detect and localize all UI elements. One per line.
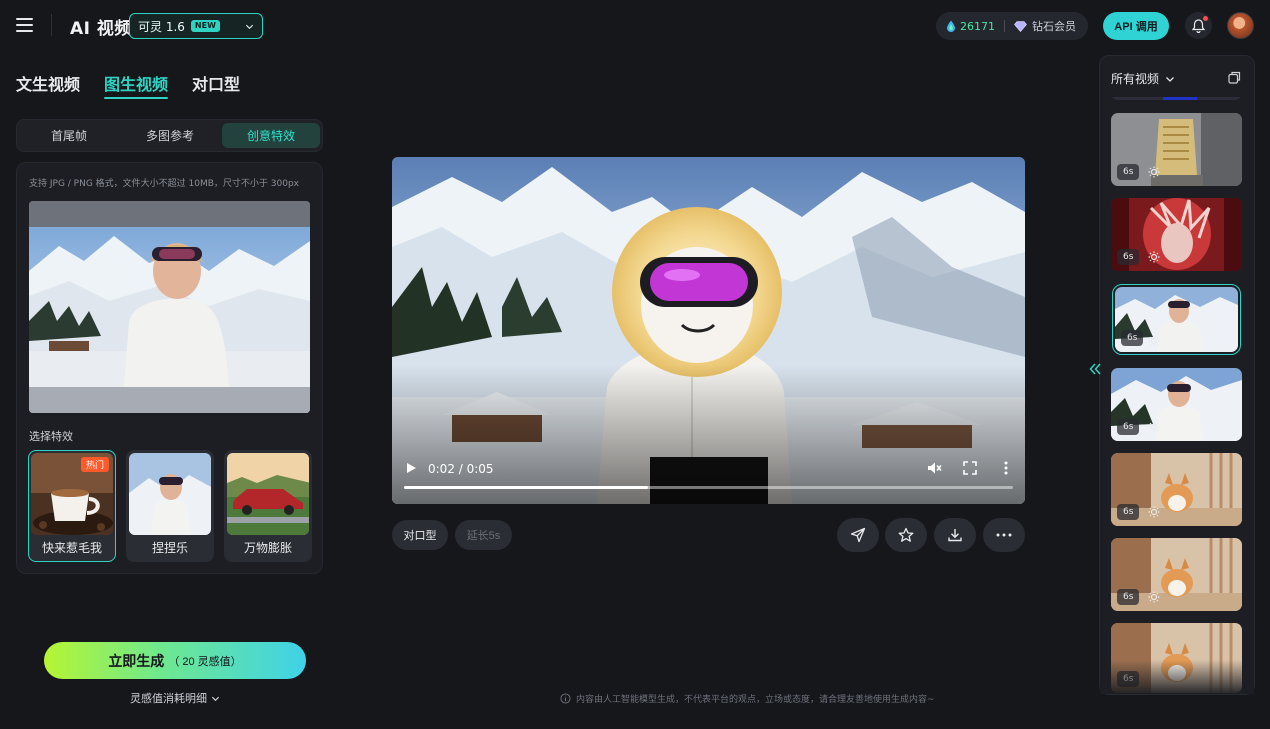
more-horizontal-icon <box>996 533 1012 537</box>
download-button[interactable] <box>934 518 976 552</box>
fullscreen-icon[interactable] <box>963 461 977 475</box>
history-title: 所有视频 <box>1111 72 1160 86</box>
play-icon[interactable] <box>405 462 417 474</box>
subtab-first-last-frame[interactable]: 首尾帧 <box>20 123 118 148</box>
history-scroll-fade <box>1100 660 1254 694</box>
lip-sync-button[interactable]: 对口型 <box>392 520 448 550</box>
download-icon <box>948 529 962 542</box>
notification-button[interactable] <box>1185 12 1212 39</box>
settings-icon <box>1148 335 1160 347</box>
drop-icon <box>947 20 955 32</box>
duration-badge: 6s <box>1117 589 1140 605</box>
credit-pill[interactable]: 26171 钻石会员 <box>936 12 1088 40</box>
effect-label: 万物膨胀 <box>243 541 292 555</box>
api-button[interactable]: API 调用 <box>1103 12 1169 40</box>
uploaded-image-art <box>29 201 310 413</box>
chevron-down-icon <box>1166 76 1174 82</box>
uploaded-image[interactable] <box>29 201 310 413</box>
tab-lip-sync[interactable]: 对口型 <box>192 71 240 95</box>
star-icon <box>898 527 914 542</box>
video-progress-bar[interactable] <box>404 486 1013 489</box>
tab-image-to-video[interactable]: 图生视频 <box>104 71 168 95</box>
collapse-panel-button[interactable] <box>1084 357 1106 381</box>
app-title: AI 视频 <box>70 19 132 39</box>
subtab-creative-effects[interactable]: 创意特效 <box>222 123 320 148</box>
duration-badge: 6s <box>1117 249 1140 265</box>
tab-text-to-video[interactable]: 文生视频 <box>16 71 80 95</box>
disclaimer-text: 内容由人工智能模型生成，不代表平台的观点，立场或态度，请合理友善地使用生成内容~ <box>576 695 935 705</box>
mute-icon[interactable] <box>926 460 942 476</box>
video-frame-art <box>392 157 1025 504</box>
settings-icon <box>1148 506 1160 518</box>
model-select-value: 可灵 1.6 <box>138 19 185 34</box>
history-thumb-selected[interactable]: 6s <box>1112 284 1241 355</box>
subtab-multi-reference[interactable]: 多图参考 <box>121 123 219 148</box>
credit-separator <box>1004 20 1005 32</box>
effect-thumb-car <box>227 453 309 535</box>
generate-button-label: 立即生成 <box>108 652 165 669</box>
menu-icon[interactable] <box>16 17 34 33</box>
history-filter[interactable]: 所有视频 <box>1111 70 1175 87</box>
more-vertical-icon[interactable] <box>1002 461 1010 475</box>
video-progress-fill <box>404 486 648 489</box>
new-badge: NEW <box>190 20 220 32</box>
history-thumb[interactable]: 6s <box>1111 453 1242 526</box>
history-thumb[interactable]: 6s <box>1111 368 1242 441</box>
multi-select-icon[interactable] <box>1228 71 1241 84</box>
effect-card-squish[interactable]: 捏捏乐 <box>126 450 214 562</box>
duration-badge: 6s <box>1121 330 1144 346</box>
hot-badge: 热门 <box>80 457 109 472</box>
effect-thumb-person <box>129 453 211 535</box>
history-thumb[interactable]: 6s <box>1111 113 1242 186</box>
header-divider <box>51 14 52 36</box>
consume-detail-label: 灵感值消耗明细 <box>130 692 207 705</box>
chevron-down-icon <box>245 24 254 29</box>
favorite-button[interactable] <box>885 518 927 552</box>
notification-dot <box>1203 16 1208 21</box>
settings-icon <box>1148 591 1160 603</box>
video-time: 0:02 / 0:05 <box>428 462 494 476</box>
duration-badge: 6s <box>1117 419 1140 435</box>
history-thumb[interactable]: 6s <box>1111 198 1242 271</box>
effect-label: 快来惹毛我 <box>41 541 102 555</box>
more-button[interactable] <box>983 518 1025 552</box>
active-tab-indicator <box>104 97 168 99</box>
settings-icon <box>1148 421 1160 433</box>
sub-tabs: 首尾帧 多图参考 创意特效 <box>16 119 323 152</box>
chevron-down-icon <box>211 696 220 701</box>
ai-disclaimer: 内容由人工智能模型生成，不代表平台的观点，立场或态度，请合理友善地使用生成内容~ <box>560 692 935 705</box>
generate-button[interactable]: 立即生成 （ 20 灵感值） <box>44 642 306 679</box>
effects-section-label: 选择特效 <box>29 430 73 443</box>
effect-card-fur[interactable]: 热门 快来惹毛我 <box>28 450 116 562</box>
generate-cost: （ 20 灵感值） <box>168 655 242 668</box>
avatar[interactable] <box>1227 12 1254 39</box>
extend-button[interactable]: 延长5s <box>455 520 512 550</box>
share-button[interactable] <box>837 518 879 552</box>
duration-badge: 6s <box>1117 164 1140 180</box>
diamond-icon <box>1014 20 1027 32</box>
history-thumb[interactable]: 6s <box>1111 538 1242 611</box>
info-icon <box>560 693 571 704</box>
settings-icon <box>1148 251 1160 263</box>
history-thumb-partial[interactable] <box>1111 91 1242 100</box>
effect-label: 捏捏乐 <box>151 541 188 555</box>
bell-icon <box>1192 18 1205 33</box>
effect-thumb-coffee: 热门 <box>31 453 113 535</box>
send-icon <box>850 527 866 543</box>
double-chevron-left-icon <box>1089 363 1101 375</box>
effect-card-inflate[interactable]: 万物膨胀 <box>224 450 312 562</box>
settings-icon <box>1148 166 1160 178</box>
consume-detail-link[interactable]: 灵感值消耗明细 <box>130 690 220 706</box>
upload-hint: 支持 JPG / PNG 格式，文件大小不超过 10MB，尺寸不小于 300px <box>29 179 299 189</box>
credit-count: 26171 <box>960 19 995 33</box>
membership-label: 钻石会员 <box>1032 20 1076 33</box>
model-select[interactable]: 可灵 1.6 NEW <box>129 13 263 39</box>
duration-badge: 6s <box>1117 504 1140 520</box>
video-player[interactable] <box>392 157 1025 504</box>
